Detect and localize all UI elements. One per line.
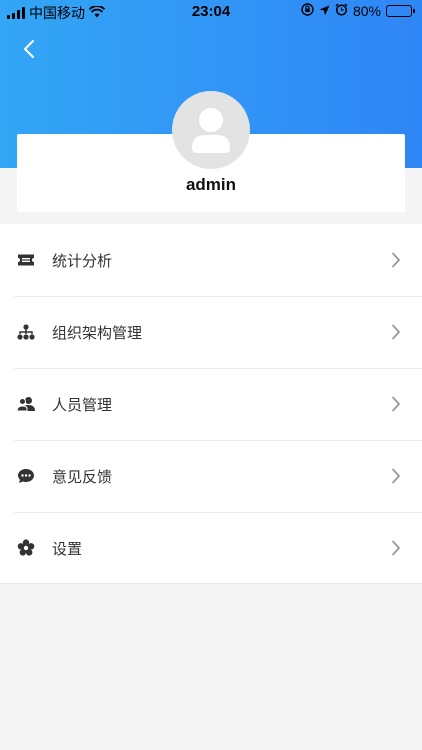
- menu-item-label: 设置: [52, 539, 83, 558]
- location-icon: [319, 3, 330, 19]
- menu-item-org-structure[interactable]: 组织架构管理: [0, 296, 422, 368]
- chevron-right-icon: [386, 538, 406, 558]
- chevron-right-icon: [386, 322, 406, 342]
- status-bar: 中国移动 23:04 80%: [0, 0, 422, 24]
- menu-item-label: 统计分析: [52, 251, 113, 270]
- ticket-icon: [16, 250, 36, 270]
- menu-item-feedback[interactable]: 意见反馈: [0, 440, 422, 512]
- alarm-icon: [335, 3, 348, 19]
- username: admin: [185, 175, 237, 194]
- chevron-right-icon: [386, 466, 406, 486]
- menu-list: 统计分析 组织架构管理 人员管理 意见反馈 设置: [0, 224, 422, 584]
- back-arrow-icon: [24, 40, 34, 58]
- orientation-lock-icon: [301, 3, 314, 19]
- menu-item-personnel[interactable]: 人员管理: [0, 368, 422, 440]
- battery-icon: [386, 5, 415, 17]
- back-button[interactable]: [14, 34, 44, 64]
- people-icon: [16, 394, 36, 414]
- chevron-right-icon: [386, 394, 406, 414]
- settings-gear-icon: [16, 538, 36, 558]
- menu-item-label: 意见反馈: [52, 467, 113, 486]
- menu-bottom-divider: [0, 583, 422, 584]
- chat-bubble-icon: [16, 466, 36, 486]
- battery-percent: 80%: [352, 3, 381, 19]
- menu-item-label: 人员管理: [52, 395, 113, 414]
- chevron-right-icon: [386, 250, 406, 270]
- org-chart-icon: [16, 322, 36, 342]
- avatar[interactable]: [172, 91, 250, 169]
- menu-item-settings[interactable]: 设置: [0, 512, 422, 584]
- menu-item-label: 组织架构管理: [52, 323, 143, 342]
- menu-item-statistics[interactable]: 统计分析: [0, 224, 422, 296]
- default-avatar-icon: [192, 108, 230, 153]
